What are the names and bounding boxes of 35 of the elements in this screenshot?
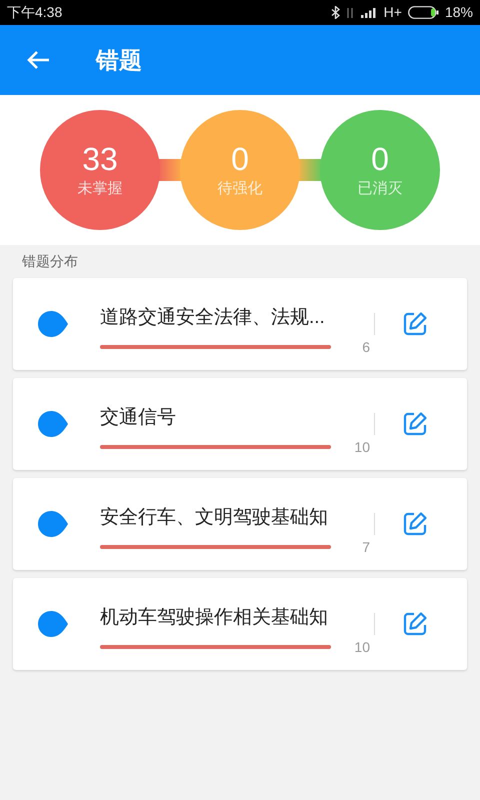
- edit-icon: [402, 411, 428, 437]
- edit-icon: [402, 311, 428, 337]
- category-title: 机动车驾驶操作相关基础知: [100, 606, 329, 630]
- error-count: 6: [362, 338, 370, 357]
- back-arrow-icon: [26, 50, 50, 70]
- stat-label: 待强化: [218, 178, 262, 199]
- drop-icon: [38, 511, 68, 537]
- error-count: 10: [354, 638, 370, 657]
- drop-icon: [38, 411, 68, 437]
- edit-icon: [402, 511, 428, 537]
- stat-value: 0: [231, 140, 249, 178]
- category-title: 道路交通安全法律、法规...: [100, 306, 326, 330]
- edit-icon: [402, 611, 428, 637]
- stat-label: 未掌握: [78, 178, 122, 199]
- error-count: 10: [354, 438, 370, 457]
- edit-button[interactable]: [401, 510, 429, 538]
- drop-icon: [38, 311, 68, 337]
- category-title: 安全行车、文明驾驶基础知: [100, 506, 329, 530]
- category-title: 交通信号: [100, 406, 177, 430]
- battery-percent: 18%: [444, 3, 473, 22]
- drop-icon: [38, 611, 68, 637]
- error-count: 7: [362, 538, 370, 557]
- signal-icon: [360, 7, 378, 18]
- bluetooth-icon: [330, 6, 340, 19]
- status-time: 下午4:38: [7, 3, 62, 22]
- edit-button[interactable]: [401, 410, 429, 438]
- network-type: H+: [384, 3, 402, 22]
- stat-value: 33: [82, 140, 118, 178]
- stat-label: 已消灭: [358, 178, 402, 199]
- edit-button[interactable]: [401, 610, 429, 638]
- page-title: 错题: [96, 46, 142, 75]
- edit-button[interactable]: [401, 310, 429, 338]
- stat-value: 0: [371, 140, 389, 178]
- battery-icon: [408, 6, 439, 19]
- section-title: 错题分布: [22, 252, 79, 271]
